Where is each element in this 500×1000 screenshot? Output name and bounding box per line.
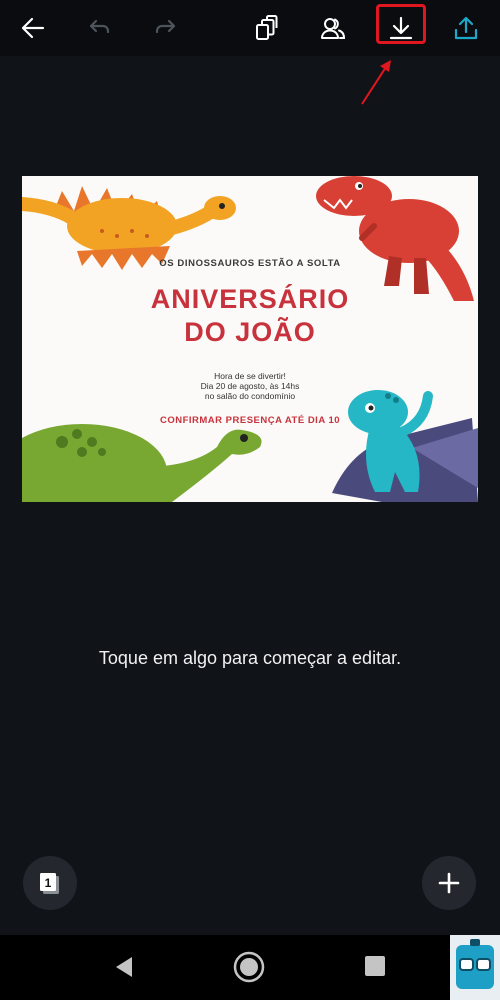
copy-pages-icon: [256, 15, 278, 40]
orange-dinosaur-illustration: [22, 186, 236, 270]
arrow-left-icon: [21, 17, 45, 39]
edit-hint-text: Toque em algo para começar a editar.: [98, 648, 402, 668]
design-rsvp[interactable]: CONFIRMAR PRESENÇA ATÉ DIA 10: [22, 415, 478, 426]
share-upload-button[interactable]: [444, 6, 488, 50]
redo-button[interactable]: [144, 6, 188, 50]
pages-button[interactable]: 1: [23, 856, 77, 910]
plus-icon: [438, 872, 460, 894]
android-navbar: [0, 935, 500, 1000]
design-detail-line3[interactable]: no salão do condomínio: [22, 391, 478, 401]
share-people-button[interactable]: [311, 6, 355, 50]
copy-pages-button[interactable]: [244, 6, 288, 50]
square-recent-icon[interactable]: [364, 955, 386, 977]
page-number: 1: [45, 876, 52, 890]
design-tagline[interactable]: OS DINOSSAUROS ESTÃO A SOLTA: [22, 258, 478, 269]
design-detail-line1[interactable]: Hora de se divertir!: [22, 371, 478, 381]
back-button[interactable]: [11, 6, 55, 50]
share-upload-icon: [454, 16, 478, 40]
design-title-line2[interactable]: DO JOÃO: [22, 317, 478, 348]
design-canvas[interactable]: OS DINOSSAUROS ESTÃO A SOLTA ANIVERSÁRIO…: [22, 176, 478, 502]
people-icon: [321, 18, 346, 39]
undo-icon: [89, 19, 110, 34]
triangle-back-icon[interactable]: [112, 955, 136, 979]
page-stack-icon: 1: [40, 873, 59, 894]
design-title-line1[interactable]: ANIVERSÁRIO: [22, 284, 478, 315]
circle-home-icon[interactable]: [233, 951, 265, 983]
design-detail-line2[interactable]: Dia 20 de agosto, às 14hs: [22, 381, 478, 391]
watermark-logo: [450, 935, 500, 1000]
undo-button[interactable]: [77, 6, 121, 50]
download-highlight-box: [376, 4, 426, 44]
annotation-arrow-icon: [361, 60, 391, 105]
redo-icon: [155, 19, 176, 34]
add-element-button[interactable]: [422, 856, 476, 910]
